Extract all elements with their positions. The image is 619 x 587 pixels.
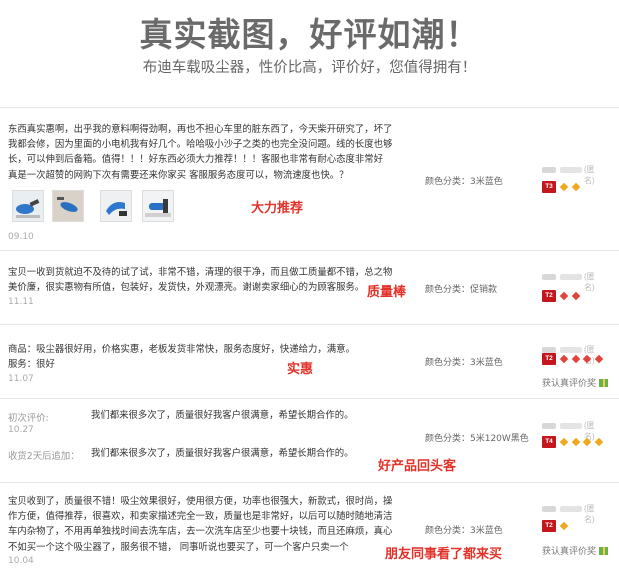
review-photo-thumbnail[interactable] xyxy=(142,190,174,222)
blurred-name xyxy=(542,423,556,429)
reward-label: 获认真评价奖 xyxy=(542,376,609,389)
reviewer-level: T2 xyxy=(542,520,569,533)
reviewer-level: T2 xyxy=(542,290,581,303)
blurred-name xyxy=(542,274,556,280)
reviewer-name: (匿名) xyxy=(542,503,600,524)
level-badge-icon: T2 xyxy=(542,290,556,302)
review-spec: 颜色分类：3米蓝色 xyxy=(425,177,503,187)
diamond-icon xyxy=(571,291,581,301)
blurred-name xyxy=(542,167,556,173)
diamond-icon xyxy=(560,182,569,192)
diamond-icon xyxy=(560,291,569,301)
review-spec: 颜色分类：促销款 xyxy=(425,285,498,295)
page-title: 真实截图，好评如潮！ xyxy=(139,15,480,54)
level-badge-icon: T2 xyxy=(542,520,556,532)
gift-icon xyxy=(599,379,609,387)
highlight-callout: 好产品回头客 xyxy=(378,459,457,474)
review-text: 宝贝一收到货就迫不及待的试了试，非常不错，清理的很干净，而且做工质量都不错，总之… xyxy=(8,267,393,294)
diamond-icon xyxy=(594,354,604,364)
page-subtitle: 布迪车载吸尘器，性价比高，评价好，您值得拥有！ xyxy=(142,60,477,76)
divider xyxy=(0,107,619,108)
first-review-label: 初次评价: xyxy=(8,413,49,424)
review-photo-thumbnail[interactable] xyxy=(12,190,44,222)
diamond-icon xyxy=(560,437,569,447)
diamond-icon xyxy=(594,437,604,447)
highlight-callout: 大力推荐 xyxy=(251,201,304,216)
reviewer-level: T4 xyxy=(542,436,604,449)
diamond-icon xyxy=(571,437,581,447)
review-date: 10.27 xyxy=(8,425,34,435)
blurred-name xyxy=(560,423,582,429)
divider xyxy=(0,398,619,399)
level-badge-icon: T3 xyxy=(542,181,556,193)
review-photo-thumbnail[interactable] xyxy=(52,190,84,222)
divider xyxy=(0,324,619,325)
review-text: 商品：吸尘器很好用，价格实惠，老板发货非常快，服务态度好，快递给力，满意。 服务… xyxy=(8,344,355,371)
reviewer-name: (匿名) xyxy=(542,420,600,441)
blurred-name xyxy=(560,167,582,173)
review-spec: 颜色分类：3米蓝色 xyxy=(425,358,503,368)
divider xyxy=(0,250,619,251)
append-review-text: 我们都来很多次了，质量很好我客户很满意，希望长期合作的。 xyxy=(91,448,354,459)
blurred-name xyxy=(560,274,582,280)
review-text: 我们都来很多次了，质量很好我客户很满意，希望长期合作的。 xyxy=(91,410,354,421)
review-date: 11.11 xyxy=(8,297,34,307)
diamond-icon xyxy=(571,354,581,364)
review-date: 11.07 xyxy=(8,374,34,384)
diamond-icon xyxy=(583,437,592,447)
divider xyxy=(0,482,619,483)
blurred-name xyxy=(560,506,582,512)
gift-icon xyxy=(599,547,609,555)
highlight-callout: 质量棒 xyxy=(367,285,407,300)
level-badge-icon: T2 xyxy=(542,353,556,365)
diamond-icon xyxy=(583,354,592,364)
diamond-icon xyxy=(560,354,569,364)
review-photo-thumbnail[interactable] xyxy=(100,190,132,222)
reviewer-level: T2 xyxy=(542,353,604,366)
review-text: 东西真实惠啊，出乎我的意料啊得劲啊，再也不担心车里的脏东西了，今天柴开研究了，坏… xyxy=(8,124,393,181)
review-date: 09.10 xyxy=(8,232,34,242)
level-badge-icon: T4 xyxy=(542,436,556,448)
highlight-callout: 实惠 xyxy=(287,362,314,377)
reward-label: 获认真评价奖 xyxy=(542,544,609,557)
reviewer-name: (匿名) xyxy=(542,164,600,185)
diamond-icon xyxy=(571,182,581,192)
reviewer-name: (匿名) xyxy=(542,271,600,292)
review-spec: 颜色分类：5米120W黑色 xyxy=(425,434,529,444)
highlight-callout: 朋友同事看了都来买 xyxy=(385,547,503,562)
review-date: 10.04 xyxy=(8,556,34,566)
append-review-label: 收货2天后追加： xyxy=(8,451,80,462)
review-spec: 颜色分类：3米蓝色 xyxy=(425,526,503,536)
review-text: 宝贝收到了，质量很不错！吸尘效果很好，使用很方便，功率也很强大，新款式，很时尚，… xyxy=(8,496,393,553)
reviewer-level: T3 xyxy=(542,181,581,194)
diamond-icon xyxy=(560,521,569,531)
blurred-name xyxy=(542,506,556,512)
